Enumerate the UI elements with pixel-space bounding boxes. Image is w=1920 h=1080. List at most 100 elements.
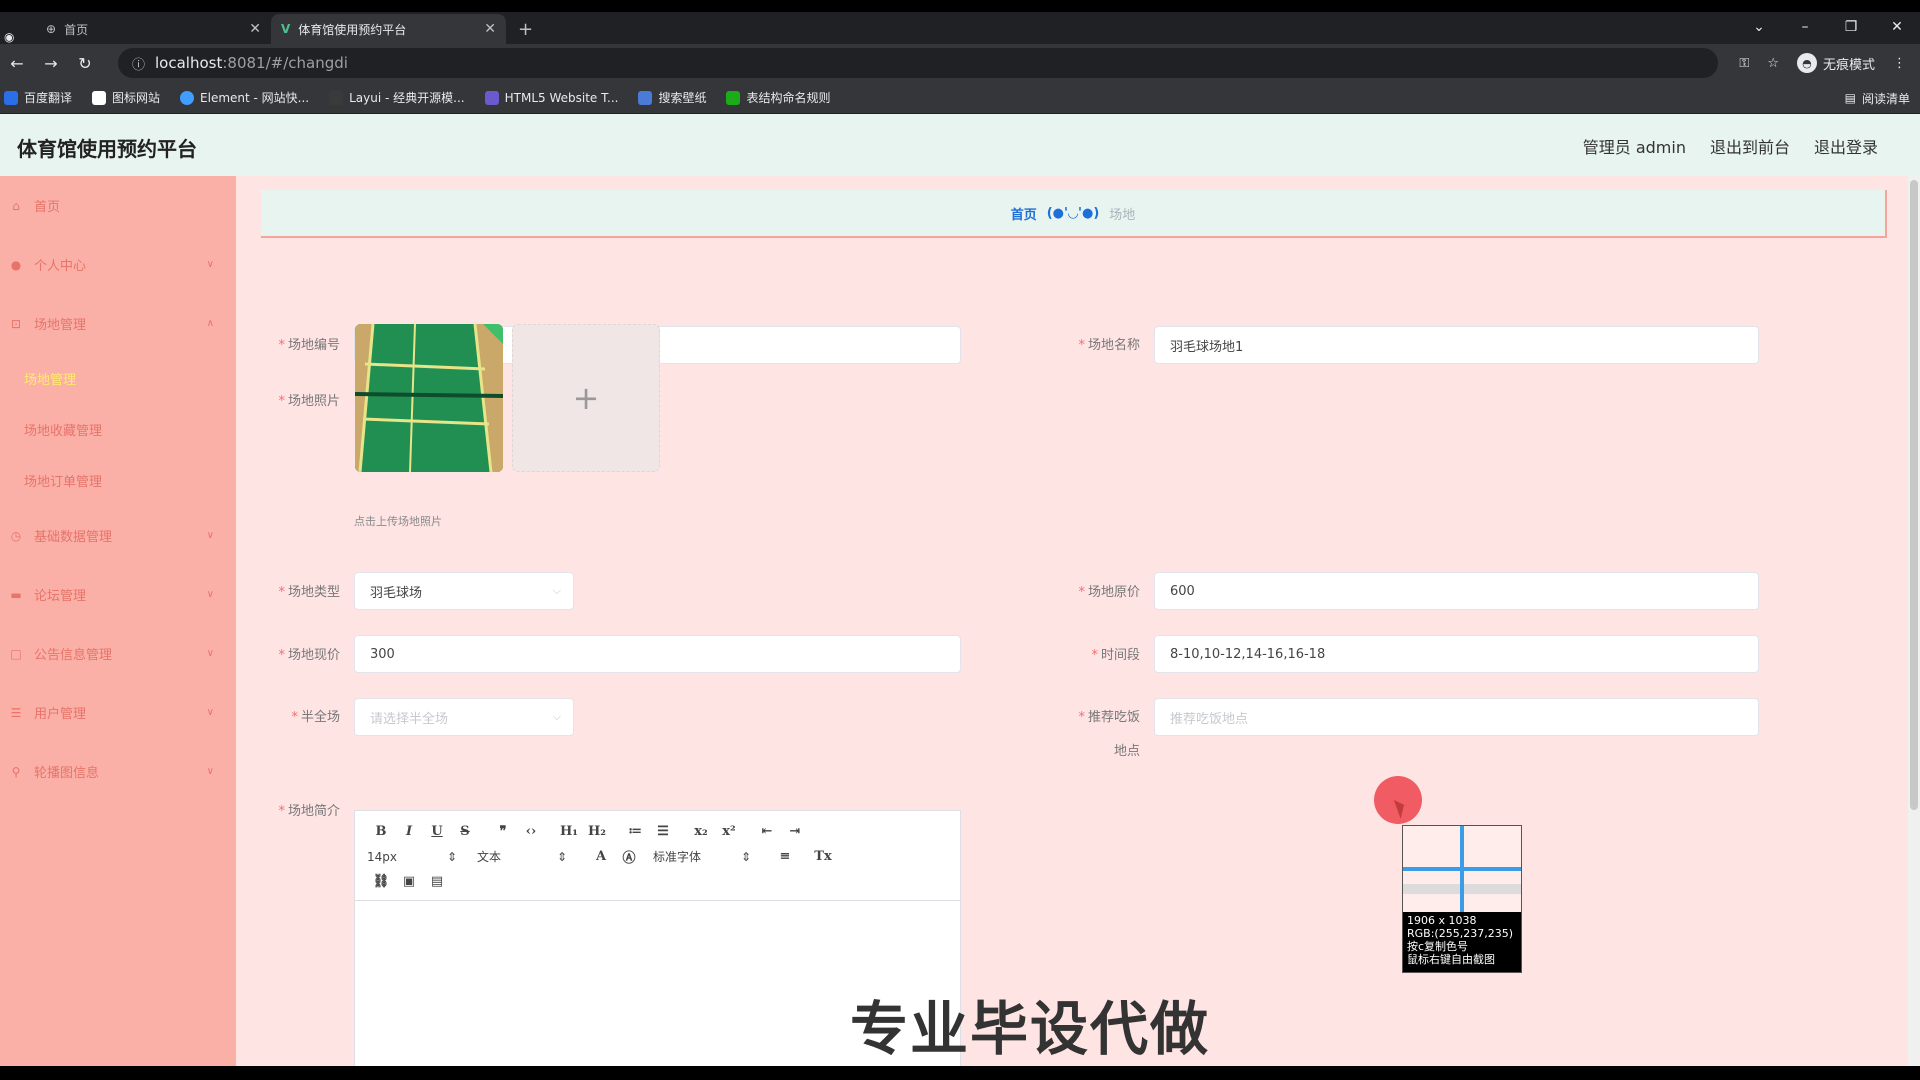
image-icon[interactable]: ▣ xyxy=(395,874,423,889)
orig-price-input[interactable]: 600 xyxy=(1154,572,1759,610)
strike-icon[interactable]: S xyxy=(451,824,479,839)
sidebar-item-label: 首页 xyxy=(34,200,61,215)
cur-price-input[interactable]: 300 xyxy=(354,635,961,673)
food-input[interactable]: 推荐吃饭地点 xyxy=(1154,698,1759,736)
updown-icon: ⇕ xyxy=(446,849,457,864)
screen: ◉ ⊕ 首页 ✕ V 体育馆使用预约平台 ✕ + ⌄ – ❐ ✕ ← → ↻ ⓘ… xyxy=(0,0,1920,1080)
reading-list[interactable]: ▤ 阅读清单 xyxy=(1845,82,1910,114)
font-size-value: 14px xyxy=(367,849,397,864)
h1-icon[interactable]: H₁ xyxy=(555,824,583,839)
font-color-icon[interactable]: A xyxy=(587,849,615,864)
restore-icon[interactable]: ❐ xyxy=(1828,19,1874,35)
to-front-link[interactable]: 退出到前台 xyxy=(1710,134,1790,158)
clear-format-icon[interactable]: Tx xyxy=(809,849,837,864)
address-bar: ← → ↻ ⓘ localhost:8081/#/changdi ⚿ ☆ ◓ 无… xyxy=(0,44,1920,82)
venue-photo-thumbnail[interactable] xyxy=(355,324,503,472)
font-family-select[interactable]: 标准字体 ⇕ xyxy=(653,848,751,865)
cur-price-label: * 场地现价 xyxy=(278,648,340,663)
breadcrumb: 首页 (●'◡'●) 场地 xyxy=(261,190,1887,238)
brand-title: 体育馆使用预约平台 xyxy=(17,137,197,161)
back-icon[interactable]: ← xyxy=(0,54,34,73)
logout-link[interactable]: 退出登录 xyxy=(1814,134,1878,158)
baidu-icon xyxy=(4,90,18,105)
h2-icon[interactable]: H₂ xyxy=(583,824,611,839)
sidebar-item-label: 基础数据管理 xyxy=(34,530,113,545)
upload-add-button[interactable]: + xyxy=(512,324,660,472)
tab-title: 首页 xyxy=(64,22,89,37)
bookmark-item[interactable]: Element - 网站快... xyxy=(180,89,309,106)
tab-search-icon[interactable]: ⌄ xyxy=(1736,19,1782,35)
sidebar-item-notice[interactable]: □ 公告信息管理 ∨ xyxy=(0,624,236,683)
breadcrumb-current: 场地 xyxy=(1109,207,1136,223)
sidebar-item-home[interactable]: ⌂ 首页 xyxy=(0,176,236,235)
submenu-venue-favorites[interactable]: 场地收藏管理 xyxy=(0,404,236,455)
video-icon[interactable]: ▤ xyxy=(423,874,451,889)
new-tab-button[interactable]: + xyxy=(506,14,545,44)
italic-icon[interactable]: I xyxy=(395,824,423,839)
background-color-icon[interactable]: Ⓐ xyxy=(615,847,643,866)
forward-icon[interactable]: → xyxy=(34,54,68,73)
minimize-icon[interactable]: – xyxy=(1782,19,1828,35)
bookmark-item[interactable]: 图标网站 xyxy=(92,89,160,106)
menu-icon[interactable]: ⋮ xyxy=(1893,56,1906,71)
sidebar-item-users[interactable]: ☰ 用户管理 ∨ xyxy=(0,683,236,742)
bookmark-item[interactable]: Layui - 经典开源模... xyxy=(329,89,465,106)
type-select[interactable]: 羽毛球场 ⌵ xyxy=(354,572,574,610)
header-select[interactable]: 文本 ⇕ xyxy=(477,848,567,865)
notice-icon: □ xyxy=(10,646,22,661)
color-picker-tooltip: 1906 x 1038 RGB:(255,237,235) 按c复制色号 鼠标右… xyxy=(1402,825,1522,973)
wallpaper-icon xyxy=(638,90,653,105)
bookmark-item[interactable]: 百度翻译 xyxy=(4,89,72,106)
submenu-venue-manage[interactable]: 场地管理 xyxy=(0,353,236,404)
code-icon[interactable]: ‹› xyxy=(517,824,545,839)
superscript-icon[interactable]: x² xyxy=(715,824,743,839)
key-icon[interactable]: ⚿ xyxy=(1739,56,1749,71)
sidebar-item-forum[interactable]: ▬ 论坛管理 ∨ xyxy=(0,565,236,624)
name-input[interactable]: 羽毛球场地1 xyxy=(1154,326,1759,364)
breadcrumb-home[interactable]: 首页 xyxy=(1011,204,1037,223)
close-icon[interactable]: ✕ xyxy=(484,21,496,37)
table-rule-icon xyxy=(726,90,741,105)
sidebar-item-carousel[interactable]: ⚲ 轮播图信息 ∨ xyxy=(0,742,236,801)
bookmark-item[interactable]: 表结构命名规则 xyxy=(726,89,830,106)
sidebar-item-basedata[interactable]: ◷ 基础数据管理 ∨ xyxy=(0,506,236,565)
scrollbar-thumb[interactable] xyxy=(1910,180,1918,810)
underline-icon[interactable]: U xyxy=(423,824,451,839)
star-icon[interactable]: ☆ xyxy=(1767,56,1779,71)
info-icon[interactable]: ⓘ xyxy=(132,54,145,73)
indent-icon[interactable]: ⇥ xyxy=(781,824,809,839)
time-input[interactable]: 8-10,10-12,14-16,16-18 xyxy=(1154,635,1759,673)
font-size-select[interactable]: 14px ⇕ xyxy=(367,850,457,864)
bookmark-item[interactable]: HTML5 Website T... xyxy=(484,90,618,105)
link-icon[interactable]: ⛓ xyxy=(367,874,395,889)
orig-price-label: * 场地原价 xyxy=(1078,585,1140,600)
align-icon[interactable]: ≡ xyxy=(771,849,799,864)
text-type-value: 文本 xyxy=(477,850,502,864)
url-path: :8081/#/changdi xyxy=(222,54,348,72)
bookmark-item[interactable]: 搜索壁纸 xyxy=(638,89,706,106)
chevron-down-icon: ⌵ xyxy=(552,710,561,723)
bullet-list-icon[interactable]: ☰ xyxy=(649,824,677,839)
sidebar-item-profile[interactable]: ● 个人中心 ∨ xyxy=(0,235,236,294)
bold-icon[interactable]: B xyxy=(367,824,395,839)
picker-screenshot-hint: 鼠标右键自由截图 xyxy=(1407,953,1495,966)
iconfont-icon xyxy=(92,90,107,105)
half-select[interactable]: 请选择半全场 ⌵ xyxy=(354,698,574,736)
subscript-icon[interactable]: x₂ xyxy=(687,824,715,839)
submenu-venue-orders[interactable]: 场地订单管理 xyxy=(0,455,236,506)
bookmarks-bar: 百度翻译 图标网站 Element - 网站快... Layui - 经典开源模… xyxy=(0,82,1920,114)
tab-platform[interactable]: V 体育馆使用预约平台 ✕ xyxy=(271,14,506,44)
url-input[interactable]: ⓘ localhost:8081/#/changdi xyxy=(118,48,1718,78)
tab-home[interactable]: ⊕ 首页 ✕ xyxy=(36,14,271,44)
breadcrumb-separator: (●'◡'●) xyxy=(1046,205,1100,221)
close-window-icon[interactable]: ✕ xyxy=(1874,19,1920,35)
page-scrollbar[interactable] xyxy=(1908,176,1920,1066)
ordered-list-icon[interactable]: ≔ xyxy=(621,824,649,839)
sidebar-item-venue[interactable]: ⊡ 场地管理 ∧ xyxy=(0,294,236,353)
incognito-icon: ◓ xyxy=(1796,53,1817,73)
outdent-icon[interactable]: ⇤ xyxy=(753,824,781,839)
quote-icon[interactable]: ❞ xyxy=(489,824,517,839)
reload-icon[interactable]: ↻ xyxy=(68,54,102,73)
close-icon[interactable]: ✕ xyxy=(249,21,261,37)
incognito-indicator[interactable]: ◓ 无痕模式 xyxy=(1796,53,1875,73)
